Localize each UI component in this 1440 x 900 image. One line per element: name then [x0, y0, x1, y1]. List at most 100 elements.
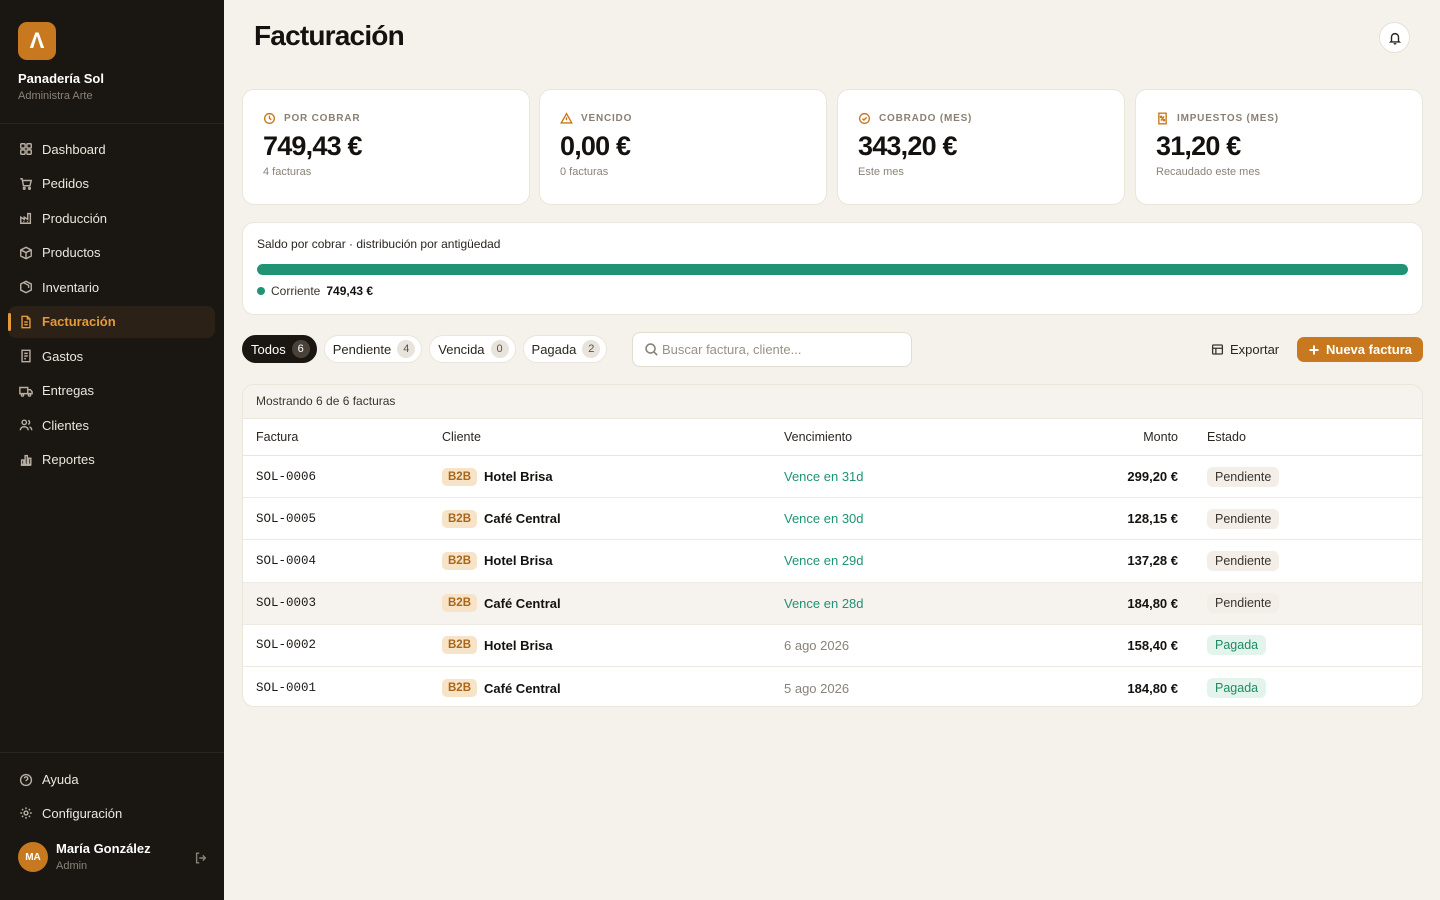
- invoice-id[interactable]: SOL-0002: [256, 638, 316, 652]
- search-input[interactable]: [662, 342, 902, 357]
- users-icon: [18, 417, 34, 433]
- sidebar-item-productos[interactable]: Productos: [8, 237, 215, 269]
- invoice-id[interactable]: SOL-0005: [256, 512, 316, 526]
- warning-icon: [560, 112, 581, 125]
- table-row[interactable]: SOL-0003 B2B Café Central Vence en 28d 184,8…: [243, 582, 1422, 625]
- stat-value: 343,20 €: [858, 131, 958, 161]
- receipt-icon: [18, 348, 34, 364]
- sidebar-item-label: Dashboard: [42, 141, 106, 157]
- filter-chip-pagada[interactable]: Pagada 2: [522, 335, 608, 363]
- client-name: Café Central: [484, 680, 561, 696]
- bar-chart-icon: [18, 452, 34, 468]
- export-button[interactable]: Exportar: [1211, 337, 1279, 361]
- sidebar-item-inventario[interactable]: Inventario: [8, 271, 215, 303]
- aging-bar: [257, 264, 1408, 275]
- amount: 184,80 €: [1127, 595, 1178, 611]
- amount: 137,28 €: [1127, 553, 1178, 569]
- chip-label: Pagada: [531, 341, 577, 357]
- sidebar-divider: [0, 123, 224, 124]
- invoice-id[interactable]: SOL-0003: [256, 596, 316, 610]
- sidebar-item-label: Configuración: [42, 805, 123, 821]
- sidebar: Λ Panadería Sol Administra Arte Dashboar…: [0, 0, 224, 900]
- invoice-id[interactable]: SOL-0006: [256, 470, 316, 484]
- stat-value: 31,20 €: [1156, 131, 1241, 161]
- chip-count: 2: [582, 340, 601, 358]
- table-row[interactable]: SOL-0005 B2B Café Central Vence en 30d 128,1…: [243, 498, 1422, 541]
- column-header-factura[interactable]: Factura: [256, 419, 298, 455]
- bell-icon: [1388, 31, 1402, 45]
- stat-card-vencido: Vencido 0,00 € 0 facturas: [539, 89, 827, 205]
- notifications-button[interactable]: [1379, 22, 1410, 53]
- sidebar-item-dashboard[interactable]: Dashboard: [8, 133, 215, 165]
- due-date: Vence en 31d: [784, 469, 864, 485]
- table-row[interactable]: SOL-0001 B2B Café Central 5 ago 2026 184,80 …: [243, 667, 1422, 706]
- user-role: Admin: [56, 860, 88, 872]
- invoice-id[interactable]: SOL-0004: [256, 554, 316, 568]
- new-invoice-button[interactable]: Nueva factura: [1297, 337, 1423, 362]
- sidebar-nav: Dashboard Pedidos Producción Productos I…: [8, 133, 215, 478]
- user-name: María González: [56, 841, 151, 856]
- grid-icon: [18, 141, 34, 157]
- sidebar-item-reportes[interactable]: Reportes: [8, 444, 215, 476]
- stat-card-cobrado: Cobrado (mes) 343,20 € Este mes: [837, 89, 1125, 205]
- invoice-icon: [18, 314, 34, 330]
- avatar: MA: [18, 842, 48, 872]
- client-type-tag: B2B: [442, 551, 478, 570]
- legend-label: Corriente: [271, 284, 321, 298]
- stat-label: Por cobrar: [284, 113, 361, 124]
- filter-chip-pendiente[interactable]: Pendiente 4: [323, 335, 423, 363]
- gear-icon: [18, 805, 34, 821]
- factory-icon: [18, 210, 34, 226]
- client-name: Café Central: [484, 595, 561, 611]
- sidebar-item-clientes[interactable]: Clientes: [8, 409, 215, 441]
- chip-count: 6: [291, 340, 310, 358]
- brand-logo[interactable]: Λ: [18, 22, 56, 60]
- table-row[interactable]: SOL-0004 B2B Hotel Brisa Vence en 29d 137,28…: [243, 540, 1422, 583]
- search-box[interactable]: [632, 332, 912, 367]
- filter-chip-vencida[interactable]: Vencida 0: [429, 335, 516, 363]
- client-type-tag: B2B: [442, 467, 478, 486]
- client-name: Hotel Brisa: [484, 553, 553, 569]
- table-row[interactable]: SOL-0002 B2B Hotel Brisa 6 ago 2026 158,40 €…: [243, 625, 1422, 667]
- filter-chip-todos[interactable]: Todos 6: [242, 335, 317, 363]
- chip-label: Vencida: [438, 341, 485, 357]
- column-header-vencimiento[interactable]: Vencimiento: [784, 419, 852, 455]
- sidebar-bottom-divider: [0, 752, 224, 753]
- sidebar-item-entregas[interactable]: Entregas: [8, 375, 215, 407]
- stat-subtext: 4 facturas: [263, 166, 312, 178]
- client-name: Café Central: [484, 511, 561, 527]
- sidebar-item-label: Inventario: [42, 279, 100, 295]
- user-profile[interactable]: MA María González Admin: [18, 840, 210, 876]
- stat-subtext: 0 facturas: [560, 166, 609, 178]
- plus-icon: [1308, 344, 1326, 356]
- invoices-table: Mostrando 6 de 6 facturas Factura Client…: [242, 384, 1423, 707]
- status-badge: Pendiente: [1207, 466, 1280, 487]
- help-icon: [18, 772, 34, 788]
- filter-chips: Todos 6 Pendiente 4 Vencida 0 Pagada 2: [242, 335, 614, 363]
- stat-label: Impuestos (mes): [1177, 113, 1279, 124]
- logout-icon[interactable]: [194, 851, 210, 867]
- chip-label: Pendiente: [332, 341, 392, 357]
- box-icon: [18, 245, 34, 261]
- sidebar-item-configuracion[interactable]: Configuración: [8, 798, 215, 829]
- stat-card-por-cobrar: Por cobrar 749,43 € 4 facturas: [242, 89, 530, 205]
- table-row[interactable]: SOL-0006 B2B Hotel Brisa Vence en 31d 299,20…: [243, 456, 1422, 499]
- sidebar-item-facturacion[interactable]: Facturación: [8, 305, 215, 338]
- sidebar-item-label: Producción: [42, 210, 108, 226]
- sidebar-item-label: Facturación: [42, 314, 116, 329]
- sidebar-item-produccion[interactable]: Producción: [8, 202, 215, 234]
- client-type-tag: B2B: [442, 594, 478, 613]
- page-title: Facturación: [254, 20, 405, 51]
- coin-clock-icon: [263, 112, 284, 125]
- sidebar-item-gastos[interactable]: Gastos: [8, 340, 215, 372]
- sidebar-item-label: Productos: [42, 245, 101, 260]
- check-circle-icon: [858, 112, 879, 125]
- sidebar-item-ayuda[interactable]: Ayuda: [8, 764, 215, 795]
- column-header-estado[interactable]: Estado: [1207, 419, 1246, 455]
- column-header-monto[interactable]: Monto: [1143, 419, 1178, 455]
- sidebar-item-pedidos[interactable]: Pedidos: [8, 168, 215, 200]
- due-date: Vence en 30d: [784, 511, 864, 527]
- column-header-cliente[interactable]: Cliente: [442, 419, 481, 455]
- invoice-id[interactable]: SOL-0001: [256, 681, 316, 695]
- sidebar-bottom-nav: Ayuda Configuración: [8, 764, 215, 831]
